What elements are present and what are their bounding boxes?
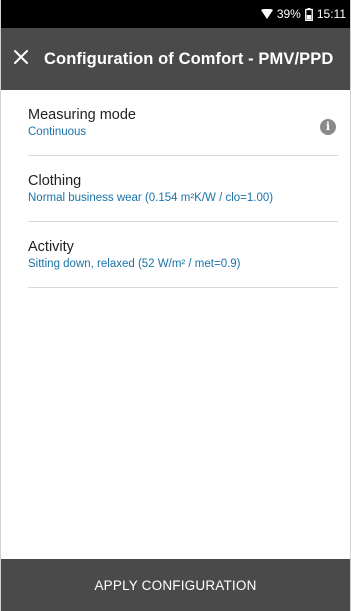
battery-icon	[304, 7, 313, 21]
apply-configuration-button[interactable]: APPLY CONFIGURATION	[1, 559, 350, 611]
info-icon[interactable]: i	[320, 119, 336, 135]
close-button[interactable]	[1, 28, 41, 90]
setting-label: Activity	[28, 239, 74, 255]
app-bar: Configuration of Comfort - PMV/PPD	[1, 28, 350, 90]
status-bar: 39% 15:11	[1, 0, 350, 28]
app-screen: 39% 15:11 Configuration of Comfort - PMV…	[0, 0, 351, 611]
settings-list: Measuring mode Continuous i Clothing Nor…	[1, 90, 350, 288]
setting-value: Continuous	[28, 126, 87, 138]
setting-label: Clothing	[28, 173, 82, 189]
setting-value: Normal business wear (0.154 m²K/W / clo=…	[28, 192, 274, 204]
close-icon	[14, 49, 28, 69]
battery-percent: 39%	[276, 7, 301, 21]
setting-label: Measuring mode	[28, 107, 136, 123]
setting-activity[interactable]: Activity Sitting down, relaxed (52 W/m² …	[28, 222, 338, 288]
clock: 15:11	[316, 7, 346, 21]
page-title: Configuration of Comfort - PMV/PPD	[44, 49, 334, 68]
setting-measuring-mode[interactable]: Measuring mode Continuous i	[28, 90, 338, 156]
setting-clothing[interactable]: Clothing Normal business wear (0.154 m²K…	[28, 156, 338, 222]
wifi-icon	[260, 9, 273, 19]
setting-value: Sitting down, relaxed (52 W/m² / met=0.9…	[28, 258, 241, 270]
status-indicators: 39% 15:11	[260, 7, 346, 21]
